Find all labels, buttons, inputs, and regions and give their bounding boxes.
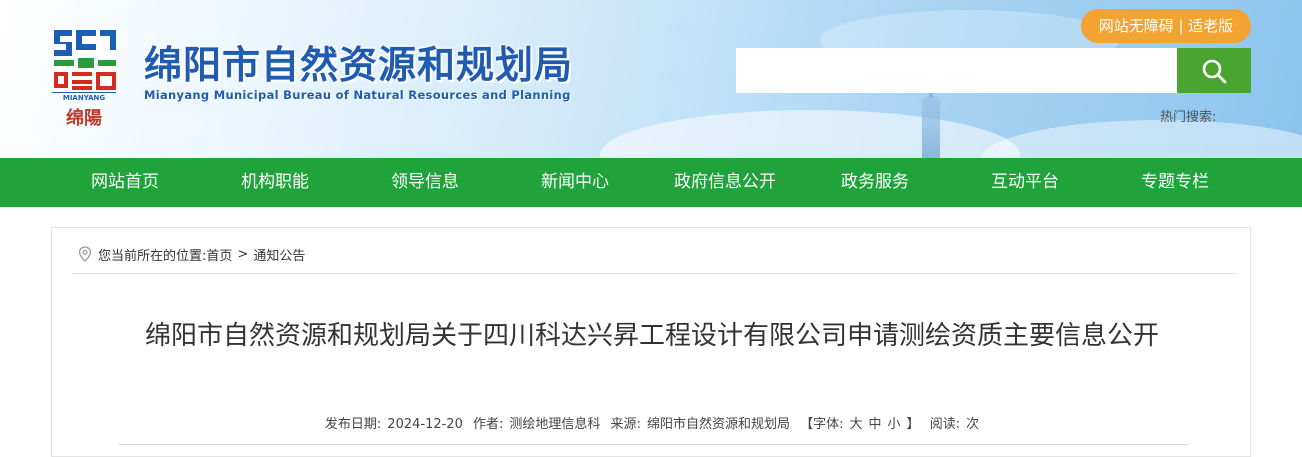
nav-item-news[interactable]: 新闻中心 — [500, 158, 650, 207]
cloud-decoration — [600, 110, 1020, 158]
svg-text:绵陽: 绵陽 — [66, 107, 102, 129]
reads-label: 阅读: — [929, 417, 961, 432]
nav-item-home[interactable]: 网站首页 — [50, 158, 200, 207]
article-title: 绵阳市自然资源和规划局关于四川科达兴昇工程设计有限公司申请测绘资质主要信息公开 — [144, 321, 1159, 351]
breadcrumb: 您当前所在的位置: 首页 > 通知公告 — [78, 244, 305, 264]
mianyang-logo[interactable]: MIANYANG 绵陽 — [48, 22, 120, 132]
nav-item-interaction[interactable]: 互动平台 — [950, 158, 1100, 207]
svg-text:MIANYANG: MIANYANG — [63, 94, 106, 102]
accessibility-button[interactable]: 网站无障碍 | 适老版 — [1081, 9, 1251, 43]
breadcrumb-home-link[interactable]: 首页 — [206, 245, 232, 264]
font-size-large-link[interactable]: 大 — [849, 417, 862, 432]
search-button[interactable] — [1177, 48, 1251, 93]
site-title[interactable]: 绵阳市自然资源和规划局 — [144, 34, 573, 89]
nav-item-gov-info[interactable]: 政府信息公开 — [650, 158, 800, 207]
site-header: MIANYANG 绵陽 绵阳市自然资源和规划局 Mianyang Municip… — [0, 0, 1302, 158]
font-size-small-link[interactable]: 小 — [888, 417, 901, 432]
font-size-open: 【字体: — [800, 417, 844, 432]
tower-decoration — [922, 96, 940, 158]
date-label: 发布日期: — [324, 417, 382, 432]
author: 测绘地理信息科 — [509, 417, 601, 432]
nav-item-functions[interactable]: 机构职能 — [200, 158, 350, 207]
breadcrumb-current-link[interactable]: 通知公告 — [253, 245, 305, 264]
article-panel: 您当前所在的位置: 首页 > 通知公告 绵阳市自然资源和规划局关于四川科达兴昇工… — [51, 227, 1251, 457]
font-size-close: 】 — [906, 417, 920, 432]
site-subtitle: Mianyang Municipal Bureau of Natural Res… — [144, 88, 571, 102]
font-size-medium-link[interactable]: 中 — [869, 417, 882, 432]
divider — [72, 273, 1237, 274]
nav-item-topics[interactable]: 专题专栏 — [1100, 158, 1250, 207]
author-label: 作者: — [473, 417, 504, 432]
main-nav: 网站首页 机构职能 领导信息 新闻中心 政府信息公开 政务服务 互动平台 专题专… — [0, 158, 1302, 207]
breadcrumb-separator: > — [237, 246, 249, 262]
article-meta: 发布日期: 2024-12-20 作者: 测绘地理信息科 来源: 绵阳市自然资源和规划… — [52, 413, 1252, 432]
breadcrumb-prefix: 您当前所在的位置: — [98, 248, 207, 264]
location-pin-icon — [78, 246, 92, 262]
hot-search-label: 热门搜索: — [1160, 110, 1217, 125]
search-input[interactable] — [736, 48, 1177, 93]
reads-suffix: 次 — [966, 417, 980, 432]
search-icon — [1202, 59, 1227, 83]
nav-item-leaders[interactable]: 领导信息 — [350, 158, 500, 207]
source: 绵阳市自然资源和规划局 — [646, 417, 790, 432]
source-label: 来源: — [610, 417, 641, 432]
publish-date: 2024-12-20 — [387, 417, 463, 432]
cloud-decoration — [980, 120, 1302, 158]
nav-item-services[interactable]: 政务服务 — [800, 158, 950, 207]
